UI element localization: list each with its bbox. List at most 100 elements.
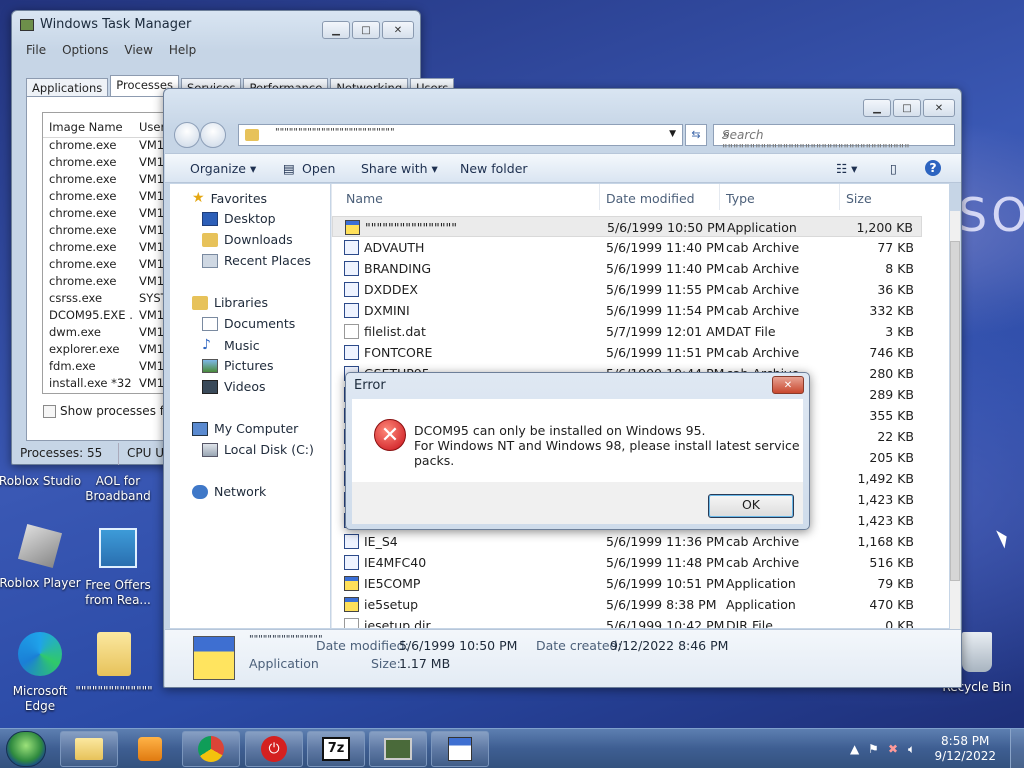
preview-pane-icon[interactable]: ▯ <box>890 161 897 176</box>
column-image-name[interactable]: Image Name <box>43 113 133 137</box>
show-desktop-button[interactable] <box>1010 729 1024 768</box>
file-row[interactable]: IE_S4 5/6/1999 11:36 PM cab Archive 1,168 K… <box>332 531 922 552</box>
address-bar[interactable]: """"""""""""""""""""""""""""""""""""" ▼ <box>238 124 683 146</box>
menu-file[interactable]: File <box>26 43 46 57</box>
column-date-modified[interactable]: Date modified <box>600 184 720 210</box>
nav-network[interactable]: Network <box>192 484 266 499</box>
file-row[interactable]: FONTCORE 5/6/1999 11:51 PM cab Archive 746 … <box>332 342 922 363</box>
process-user: VM1 <box>139 325 165 339</box>
menu-help[interactable]: Help <box>169 43 196 57</box>
file-row[interactable]: DXMINI 5/6/1999 11:54 PM cab Archive 332 KB <box>332 300 922 321</box>
desktop-icon-folder[interactable]: """""""""""""" <box>72 632 156 699</box>
nav-my-computer[interactable]: My Computer <box>192 421 298 436</box>
power-icon: ⏻ <box>261 736 287 762</box>
file-list-scrollbar[interactable] <box>950 211 960 629</box>
close-button[interactable]: ✕ <box>923 99 955 117</box>
show-hidden-icons-icon[interactable]: ▲ <box>850 742 859 756</box>
start-button[interactable] <box>6 731 46 767</box>
nav-music[interactable]: ♪ Music <box>202 337 260 353</box>
taskbar-media-player[interactable] <box>121 731 179 767</box>
close-button[interactable]: ✕ <box>772 376 804 394</box>
nav-favorites[interactable]: ★ Favorites <box>192 190 267 206</box>
file-size: 355 KB <box>869 408 914 423</box>
back-button[interactable] <box>174 122 200 148</box>
window-controls: ▁ □ ✕ <box>863 99 955 117</box>
file-row[interactable]: ADVAUTH 5/6/1999 11:40 PM cab Archive 77 KB <box>332 237 922 258</box>
nav-local-disk[interactable]: Local Disk (C:) <box>202 442 314 457</box>
cab-archive-icon <box>344 282 359 297</box>
forward-button[interactable] <box>200 122 226 148</box>
menu-view[interactable]: View <box>124 43 152 57</box>
file-row[interactable]: DXDDEX 5/6/1999 11:55 PM cab Archive 36 KB <box>332 279 922 300</box>
file-row[interactable]: ie5setup 5/6/1999 8:38 PM Application 470 K… <box>332 594 922 615</box>
nav-recent-places[interactable]: Recent Places <box>202 253 311 268</box>
process-user: VM1 <box>139 257 165 271</box>
cab-archive-icon <box>344 303 359 318</box>
file-row[interactable]: BRANDING 5/6/1999 11:40 PM cab Archive 8 KB <box>332 258 922 279</box>
desktop-icon-edge[interactable]: Microsoft Edge <box>0 632 82 714</box>
process-image-name: chrome.exe <box>49 257 117 271</box>
column-type[interactable]: Type <box>720 184 840 210</box>
menu-options[interactable]: Options <box>62 43 108 57</box>
taskbar-task-manager[interactable] <box>369 731 427 767</box>
network-status-icon[interactable]: ✖ <box>888 742 898 756</box>
nav-desktop[interactable]: Desktop <box>202 211 276 226</box>
tab-applications[interactable]: Applications <box>26 78 109 96</box>
taskbar-installer[interactable] <box>431 731 489 767</box>
desktop-icon-roblox-player[interactable]: Roblox Player <box>0 523 82 591</box>
file-row[interactable]: filelist.dat 5/7/1999 12:01 AM DAT File 3 K… <box>332 321 922 342</box>
help-icon[interactable]: ? <box>925 160 941 176</box>
file-date: 5/7/1999 12:01 AM <box>606 324 726 339</box>
file-row[interactable]: IE5COMP 5/6/1999 10:51 PM Application 79 KB <box>332 573 922 594</box>
desktop-icon-label: Free Offers from Rea... <box>85 578 151 607</box>
new-folder-button[interactable]: New folder <box>460 161 528 176</box>
file-size: 1,492 KB <box>857 471 914 486</box>
column-size[interactable]: Size <box>840 184 920 210</box>
maximize-button[interactable]: □ <box>893 99 921 117</box>
file-name: FONTCORE <box>364 345 433 360</box>
action-center-icon[interactable]: ⚑ <box>868 742 879 756</box>
minimize-button[interactable]: ▁ <box>863 99 891 117</box>
desktop-icon-aol[interactable]: AOL for Broadband <box>76 474 160 504</box>
organize-button[interactable]: Organize ▾ <box>190 161 256 176</box>
downloads-folder-icon <box>202 232 218 247</box>
volume-icon[interactable]: 🔈︎ <box>908 742 915 757</box>
address-dropdown-icon[interactable]: ▼ <box>669 129 676 139</box>
nav-documents[interactable]: Documents <box>202 316 295 331</box>
taskbar-explorer[interactable] <box>60 731 118 767</box>
file-date: 5/6/1999 8:38 PM <box>606 597 717 612</box>
clock[interactable]: 8:58 PM 9/12/2022 <box>934 734 996 764</box>
file-row[interactable]: iesetup.dir 5/6/1999 10:42 PM DIR File 0 KB <box>332 615 922 628</box>
desktop: SO Roblox Studio AOL for Broadband Roblo… <box>0 0 1024 728</box>
scrollbar-thumb[interactable] <box>950 241 960 581</box>
refresh-button[interactable]: ⇆ <box>685 124 707 146</box>
checkbox-box[interactable] <box>43 404 56 418</box>
column-user[interactable]: User <box>133 113 165 137</box>
close-button[interactable]: ✕ <box>382 21 414 39</box>
application-icon <box>344 597 359 612</box>
file-row[interactable]: IE4MFC40 5/6/1999 11:48 PM cab Archive 516 … <box>332 552 922 573</box>
file-type: Application <box>727 220 797 235</box>
share-with-button[interactable]: Share with ▾ <box>361 161 438 176</box>
desktop-icon-free-offers[interactable]: Free Offers from Rea... <box>76 528 160 608</box>
desktop-icon-label: Roblox Player <box>0 576 81 590</box>
file-row[interactable]: """""""""""""""" 5/6/1999 10:50 PM Applica… <box>332 216 922 237</box>
nav-downloads[interactable]: Downloads <box>202 232 293 247</box>
task-manager-menu: File Options View Help <box>26 43 196 57</box>
maximize-button[interactable]: □ <box>352 21 380 39</box>
nav-libraries[interactable]: Libraries <box>192 295 268 310</box>
column-name[interactable]: Name <box>340 184 600 210</box>
taskbar-7zip[interactable]: 7z <box>307 731 365 767</box>
open-button[interactable]: Open <box>302 161 335 176</box>
nav-videos[interactable]: Videos <box>202 379 266 394</box>
taskbar-power-app[interactable]: ⏻ <box>245 731 303 767</box>
search-icon[interactable]: ⌕ <box>722 127 948 142</box>
search-input[interactable]: Search """""""""""""""""""""""""""""""""… <box>713 124 955 156</box>
desktop-icon-roblox-studio[interactable]: Roblox Studio <box>0 474 82 489</box>
ok-button[interactable]: OK <box>708 494 794 518</box>
view-options-icon[interactable]: ☷ ▾ <box>836 161 857 176</box>
process-image-name: chrome.exe <box>49 274 117 288</box>
minimize-button[interactable]: ▁ <box>322 21 350 39</box>
nav-pictures[interactable]: Pictures <box>202 358 274 373</box>
taskbar-chrome[interactable] <box>182 731 240 767</box>
